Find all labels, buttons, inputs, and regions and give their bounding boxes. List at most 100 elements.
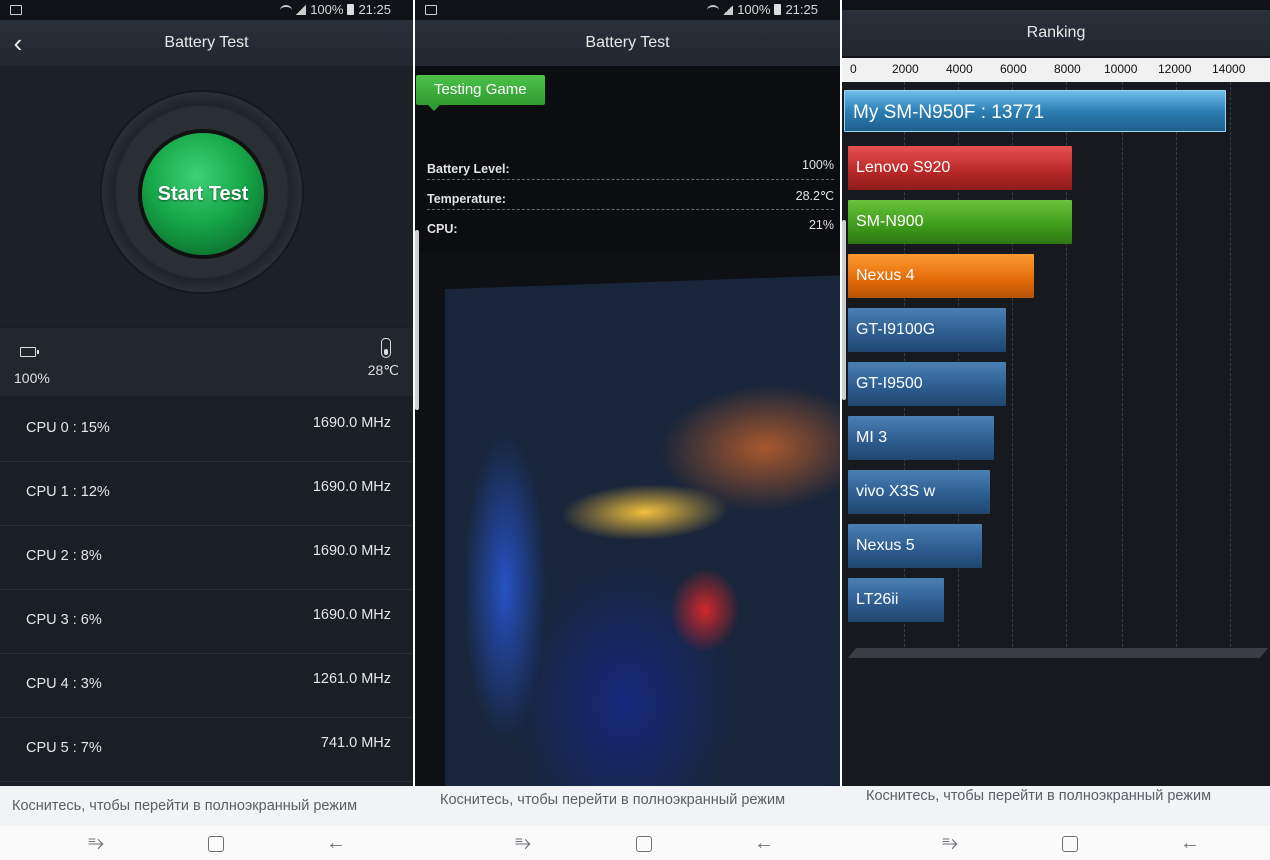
stat-cpu: CPU: 21% [427, 218, 834, 240]
cpu-frequency: 1261.0 MHz [312, 671, 391, 687]
ranking-panel: Ranking 0 2000 4000 6000 8000 10000 1200… [842, 0, 1270, 790]
cpu-name: CPU 5 : 7% [26, 740, 102, 756]
chart-floor [847, 648, 1269, 658]
ranking-bar: Lenovo S920 [848, 146, 1072, 190]
back-icon[interactable]: ← [1180, 832, 1200, 855]
axis-tick: 4000 [946, 62, 973, 76]
stat-battery-level: Battery Level: 100% [427, 158, 834, 180]
fullscreen-hint-strip: Коснитесь, чтобы перейти в полноэкранный… [0, 786, 1270, 826]
home-icon[interactable] [1062, 836, 1078, 852]
gallery-icon [425, 5, 437, 15]
battery-percent: 100% [14, 370, 50, 386]
ranking-bar: MI 3 [848, 416, 994, 460]
signal-icon [723, 4, 734, 15]
list-item: CPU 0 : 15% 1690.0 MHz [0, 398, 413, 462]
battery-temp-row: 100% 28℃ [0, 328, 413, 396]
ranking-bar: Nexus 5 [848, 524, 982, 568]
fullscreen-hint[interactable]: Коснитесь, чтобы перейти в полноэкранный… [866, 788, 1211, 804]
recent-apps-icon[interactable]: ⥱ [942, 832, 958, 855]
axis-tick: 8000 [1054, 62, 1081, 76]
status-bar: 100% 21:25 [0, 0, 413, 20]
page-title: Ranking [1026, 24, 1086, 41]
home-icon[interactable] [636, 836, 652, 852]
testing-game-tag: Testing Game [416, 75, 545, 111]
battery-icon [774, 4, 782, 15]
cpu-name: CPU 1 : 12% [26, 484, 110, 500]
wifi-icon [280, 4, 293, 15]
fullscreen-hint[interactable]: Коснитесь, чтобы перейти в полноэкранный… [12, 798, 357, 814]
ranking-bar: GT-I9500 [848, 362, 1006, 406]
title-bar: Ranking [842, 10, 1270, 56]
cpu-list: CPU 0 : 15% 1690.0 MHz CPU 1 : 12% 1690.… [0, 398, 413, 782]
list-item: CPU 4 : 3% 1261.0 MHz [0, 654, 413, 718]
ranking-bar-my-device: My SM-N950F : 13771 [844, 90, 1226, 132]
fullscreen-hint[interactable]: Коснитесь, чтобы перейти в полноэкранный… [440, 792, 785, 808]
list-item: CPU 3 : 6% 1690.0 MHz [0, 590, 413, 654]
title-bar: Battery Test [415, 20, 840, 66]
back-arrow-icon[interactable]: ‹ [4, 29, 32, 57]
ranking-bar: GT-I9100G [848, 308, 1006, 352]
axis-tick: 10000 [1104, 62, 1138, 76]
cpu-frequency: 1690.0 MHz [312, 415, 391, 431]
ranking-bar: LT26ii [848, 578, 944, 622]
home-icon[interactable] [208, 836, 224, 852]
stats-box: Testing Game Battery Level: 100% Tempera… [415, 66, 840, 252]
gallery-icon [10, 5, 22, 15]
stat-value: 21% [808, 218, 834, 232]
cpu-name: CPU 2 : 8% [26, 548, 102, 564]
start-test-button[interactable]: Start Test [142, 133, 264, 255]
stat-label: Battery Level: [427, 162, 510, 176]
nav-bar: ⥱ ← ⥱ ← ⥱ ← [0, 826, 1270, 860]
testing-game-panel: 100% 21:25 Battery Test Testing Game Bat… [415, 0, 840, 790]
cpu-frequency: 1690.0 MHz [312, 479, 391, 495]
list-item: CPU 2 : 8% 1690.0 MHz [0, 526, 413, 590]
start-area: Start Test [0, 66, 413, 326]
cpu-name: CPU 0 : 15% [26, 420, 110, 436]
status-time: 21:25 [358, 2, 391, 17]
stat-label: CPU: [427, 222, 458, 236]
stat-temperature: Temperature: 28.2℃ [427, 188, 834, 210]
thermometer-icon [381, 338, 391, 358]
title-bar: ‹ Battery Test [0, 20, 413, 66]
game-render-area[interactable] [415, 252, 840, 790]
axis-tick: 14000 [1212, 62, 1246, 76]
status-bar: 100% 21:25 [415, 0, 840, 20]
wifi-icon [707, 4, 720, 15]
cpu-frequency: 741.0 MHz [320, 735, 391, 751]
page-title: Battery Test [585, 34, 670, 51]
scrollbar[interactable] [415, 230, 419, 410]
battery-test-panel: 100% 21:25 ‹ Battery Test Start Test 100… [0, 0, 413, 790]
stat-value: 100% [802, 158, 834, 172]
axis-tick: 6000 [1000, 62, 1027, 76]
temperature-value: 28℃ [367, 362, 399, 378]
stat-label: Temperature: [427, 192, 506, 206]
particle-render [445, 274, 840, 790]
cpu-frequency: 1690.0 MHz [312, 543, 391, 559]
ranking-bar: SM-N900 [848, 200, 1072, 244]
back-icon[interactable]: ← [754, 832, 774, 855]
axis-tick: 2000 [892, 62, 919, 76]
scrollbar[interactable] [842, 220, 846, 400]
ranking-bar: Nexus 4 [848, 254, 1034, 298]
status-time: 21:25 [785, 2, 818, 17]
recent-apps-icon[interactable]: ⥱ [88, 832, 104, 855]
ranking-axis: 0 2000 4000 6000 8000 10000 12000 14000 [842, 58, 1270, 82]
list-item: CPU 5 : 7% 741.0 MHz [0, 718, 413, 782]
signal-icon [296, 4, 307, 15]
page-title: Battery Test [164, 34, 249, 51]
cpu-name: CPU 4 : 3% [26, 676, 102, 692]
battery-icon [20, 347, 39, 357]
status-battery-text: 100% [310, 2, 344, 17]
stat-value: 28.2℃ [795, 189, 834, 203]
back-icon[interactable]: ← [326, 832, 346, 855]
status-battery-text: 100% [737, 2, 771, 17]
cpu-frequency: 1690.0 MHz [312, 607, 391, 623]
battery-icon [347, 4, 355, 15]
recent-apps-icon[interactable]: ⥱ [515, 832, 531, 855]
ranking-bar: vivo X3S w [848, 470, 990, 514]
axis-tick: 12000 [1158, 62, 1192, 76]
axis-tick: 0 [850, 62, 857, 76]
list-item: CPU 1 : 12% 1690.0 MHz [0, 462, 413, 526]
cpu-name: CPU 3 : 6% [26, 612, 102, 628]
ranking-chart: My SM-N950F : 13771 Lenovo S920 SM-N900 … [842, 82, 1270, 790]
